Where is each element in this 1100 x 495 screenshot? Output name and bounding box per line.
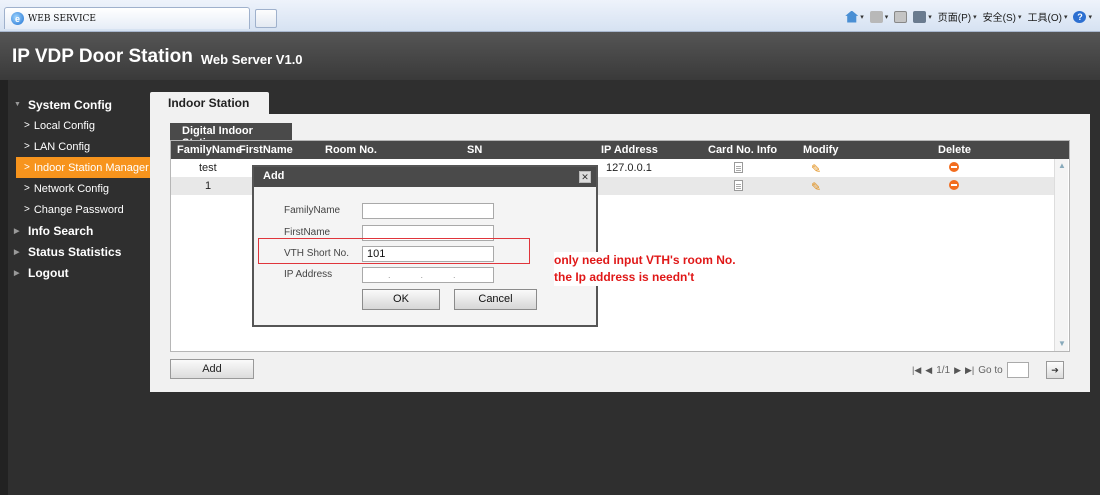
family-name-input[interactable] [362,203,494,219]
print-button[interactable]: ▾ [913,10,932,23]
delete-icon[interactable] [949,180,959,190]
left-edge [0,80,8,495]
sidebar-group-info-search[interactable]: ▶ Info Search [14,220,150,241]
chevron-right-icon: > [24,141,30,152]
browser-tab-title: WEB SERVICE [28,13,96,24]
annotation-note: only need input VTH's room No. the Ip ad… [554,252,794,286]
column-header[interactable]: FirstName [239,144,293,156]
help-button[interactable]: ? ▾ [1073,10,1092,23]
pencil-icon[interactable]: ✎ [811,162,821,176]
feeds-button[interactable]: ▾ [869,10,888,23]
column-header[interactable]: Card No. Info [708,144,777,156]
app-subtitle: Web Server V1.0 [200,52,303,67]
ip-address-input[interactable]: ... [362,267,494,283]
card-info-icon[interactable] [734,162,743,173]
column-header[interactable]: FamilyName [177,144,242,156]
column-header[interactable]: SN [467,144,482,156]
family-name-label: FamilyName [284,205,341,216]
scroll-up-icon[interactable]: ▲ [1056,160,1068,172]
family-name-cell: test [199,162,217,174]
column-header[interactable]: Modify [803,144,838,156]
first-page-icon[interactable]: |◀ [912,365,921,376]
help-icon: ? [1073,10,1087,23]
feed-icon [869,10,883,23]
ip-address-label: IP Address [284,269,333,280]
page-menu[interactable]: 页面(P) ▾ [938,9,977,24]
new-tab-button[interactable] [255,9,277,28]
browser-toolbar: e WEB SERVICE ▾ ▾ ▾ 页面(P) ▾ 安全(S) ▾ 工具(O) ▾… [0,0,1100,32]
column-header[interactable]: Room No. [325,144,377,156]
prev-page-icon[interactable]: ◀ [925,365,932,376]
pencil-icon[interactable]: ✎ [811,180,821,194]
tools-menu[interactable]: 工具(O) ▾ [1028,9,1068,24]
mail-icon [894,10,908,23]
expand-triangle-icon: ▶ [14,248,20,256]
collapse-triangle-icon: ▼ [14,101,21,108]
sidebar-item-local-config[interactable]: > Local Config [14,115,150,136]
sidebar-group-system-config[interactable]: ▼ System Config [14,94,150,115]
tab-indoor-station[interactable]: Indoor Station [150,92,269,114]
chevron-right-icon: > [24,162,30,173]
ie-icon: e [11,12,24,25]
scroll-down-icon[interactable]: ▼ [1056,338,1068,350]
ip-address-cell: 127.0.0.1 [606,162,652,174]
column-header[interactable]: Delete [938,144,971,156]
last-page-icon[interactable]: ▶| [965,365,974,376]
close-icon[interactable]: ✕ [579,171,591,183]
sidebar-group-logout[interactable]: ▶ Logout [14,262,150,283]
home-button[interactable]: ▾ [845,10,864,23]
ok-button[interactable]: OK [362,289,440,310]
sidebar: ▼ System Config > Local Config > LAN Con… [14,94,150,283]
tab-digital-indoor-station[interactable]: Digital Indoor Station [170,123,292,149]
column-header[interactable]: IP Address [601,144,658,156]
sidebar-item-indoor-station-manager[interactable]: > Indoor Station Manager [16,157,150,178]
sidebar-item-lan-config[interactable]: > LAN Config [14,136,150,157]
card-info-icon[interactable] [734,180,743,191]
mail-button[interactable] [894,10,908,23]
goto-page-input[interactable] [1006,362,1029,378]
vertical-scrollbar[interactable]: ▲ ▼ [1054,159,1068,351]
print-icon [913,10,927,23]
annotation-line-2: the Ip address is needn't [554,269,701,286]
expand-triangle-icon: ▶ [14,269,20,277]
chevron-right-icon: > [24,204,30,215]
sidebar-item-network-config[interactable]: > Network Config [14,178,150,199]
sidebar-group-status-statistics[interactable]: ▶ Status Statistics [14,241,150,262]
family-name-cell: 1 [205,180,212,192]
expand-triangle-icon: ▶ [14,227,20,235]
safety-menu[interactable]: 安全(S) ▾ [983,9,1022,24]
page-indicator: 1/1 [936,364,951,376]
home-icon [845,10,859,23]
first-name-label: FirstName [284,227,331,238]
browser-tab[interactable]: e WEB SERVICE [4,7,250,29]
sidebar-item-change-password[interactable]: > Change Password [14,199,150,220]
next-page-icon[interactable]: ▶ [954,365,961,376]
chevron-right-icon: > [24,120,30,131]
add-button[interactable]: Add [170,359,254,379]
app-title: IP VDP Door Station [12,46,193,67]
delete-icon[interactable] [949,162,959,172]
app-header: IP VDP Door Station Web Server V1.0 [0,32,1100,80]
arrow-right-icon: ➔ [1051,365,1059,375]
browser-command-bar: ▾ ▾ ▾ 页面(P) ▾ 安全(S) ▾ 工具(O) ▾ ? ▾ [845,9,1092,24]
cancel-button[interactable]: Cancel [454,289,537,310]
table-header: FamilyName FirstName Room No. SN IP Addr… [171,141,1069,159]
dialog-title: Add [254,167,596,187]
pager: |◀ ◀ 1/1 ▶ ▶| Go to [912,362,1029,378]
go-button[interactable]: ➔ [1046,361,1064,379]
annotation-line-1: only need input VTH's room No. [554,252,742,269]
chevron-right-icon: > [24,183,30,194]
highlight-box [258,238,530,264]
goto-label: Go to [978,364,1003,376]
